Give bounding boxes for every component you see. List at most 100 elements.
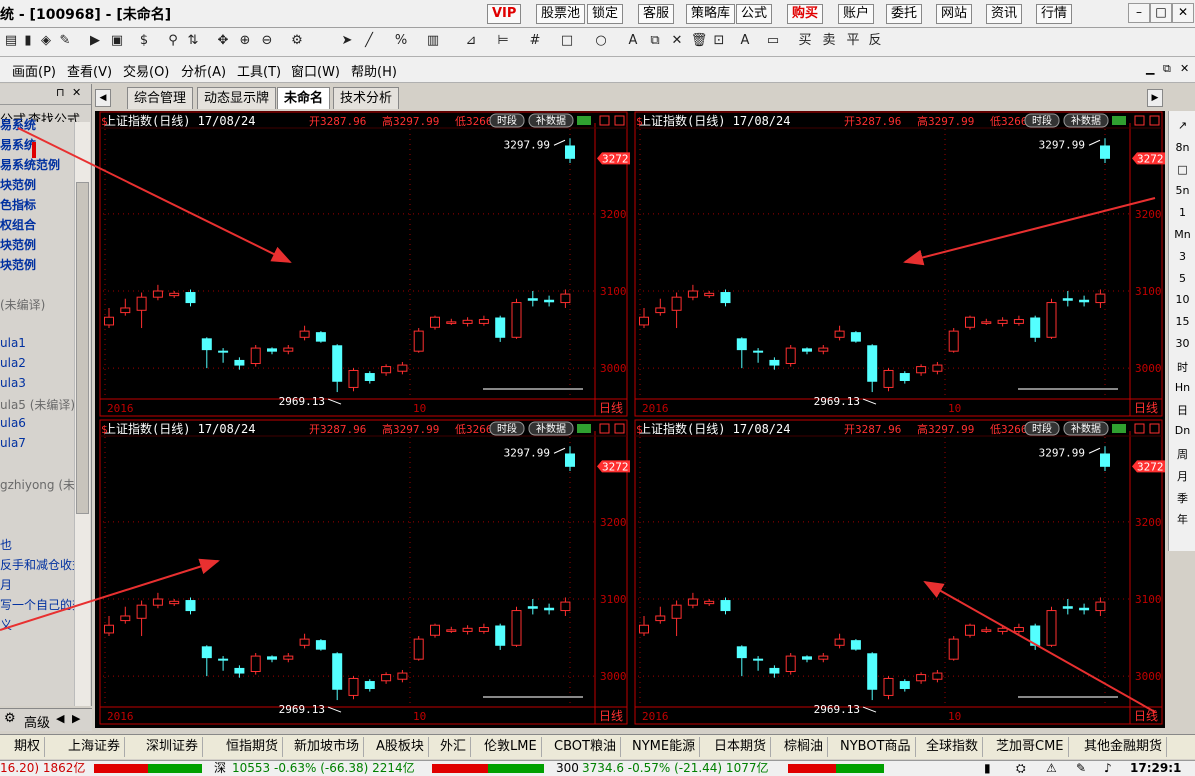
grid-icon[interactable]: ▤ (2, 32, 20, 50)
formula-item[interactable]: 色指标 (0, 196, 36, 213)
menu-trade[interactable]: 交易(O) (123, 61, 169, 80)
tab-scroll-right-icon[interactable]: ▶ (1147, 89, 1163, 107)
text-icon[interactable]: A (624, 32, 642, 50)
hash-icon[interactable]: # (526, 32, 544, 50)
period-day[interactable]: 日 (1169, 402, 1195, 418)
formula-scrollbar[interactable] (74, 122, 90, 706)
ruler-icon[interactable]: ▥ (424, 32, 442, 50)
circle-icon[interactable]: ○ (592, 32, 610, 50)
minimize-button[interactable]: – (1128, 3, 1150, 23)
sell-icon[interactable]: 卖 (820, 32, 838, 50)
mdi-restore-icon[interactable]: ⧉ (1163, 62, 1171, 76)
network-icon[interactable]: ⛭ (1016, 761, 1026, 776)
sound-icon[interactable]: ♪ (1104, 761, 1112, 776)
zoom-in-icon[interactable]: ⊕ (236, 32, 254, 50)
formula-item[interactable]: 也 (0, 536, 12, 553)
period-hour[interactable]: 时 (1169, 359, 1195, 375)
advanced-icon[interactable]: ⚙ (4, 711, 16, 726)
top-button-4[interactable]: 策略库 (686, 4, 736, 24)
top-button-0[interactable]: VIP (487, 4, 522, 24)
formula-item[interactable]: 易系统 (0, 136, 36, 153)
market-tab[interactable]: 深圳证券 (142, 737, 204, 757)
scroll-left-icon[interactable]: ◀ (56, 712, 64, 725)
period-1[interactable]: 1 (1169, 206, 1195, 219)
market-tab[interactable]: CBOT粮油 (550, 737, 621, 757)
delete-icon[interactable]: ✕ (668, 32, 686, 50)
tab-technical-analysis[interactable]: 技术分析 (333, 87, 400, 109)
menu-analysis[interactable]: 分析(A) (181, 61, 226, 80)
formula-item[interactable]: 块范例 (0, 236, 36, 253)
tab-unnamed[interactable]: 未命名 (277, 87, 331, 109)
cursor-icon[interactable]: ➤ (338, 32, 356, 50)
top-button-8[interactable]: 委托 (886, 4, 923, 24)
square-icon[interactable]: □ (1169, 163, 1195, 176)
top-button-7[interactable]: 账户 (838, 4, 875, 24)
market-tab[interactable]: 伦敦LME (480, 737, 542, 757)
pin-icon[interactable]: ⊓ (56, 86, 65, 99)
period-mn[interactable]: Mn (1169, 228, 1195, 241)
period-10[interactable]: 10 (1169, 293, 1195, 306)
draw-icon[interactable]: ⊿ (462, 32, 480, 50)
formula-item[interactable]: 写一个自己的交 (0, 596, 84, 613)
formula-item[interactable]: ula7 (0, 436, 26, 450)
tab-overview[interactable]: 综合管理 (127, 87, 194, 109)
period-15[interactable]: 15 (1169, 315, 1195, 328)
top-button-11[interactable]: 行情 (1036, 4, 1073, 24)
period-30[interactable]: 30 (1169, 337, 1195, 350)
market-tab[interactable]: NYME能源 (628, 737, 701, 757)
menu-window[interactable]: 窗口(W) (291, 61, 340, 80)
rect-icon[interactable]: □ (558, 32, 576, 50)
formula-item[interactable]: ula1 (0, 336, 26, 350)
line-icon[interactable]: ╱ (360, 32, 378, 50)
formula-item[interactable]: ula2 (0, 356, 26, 370)
trend-icon[interactable]: ↗ (1169, 119, 1195, 132)
alert-icon[interactable]: ⚠ (1046, 761, 1057, 776)
market-tab[interactable]: A股板块 (372, 737, 429, 757)
bracket-icon[interactable]: ⊨ (494, 32, 512, 50)
maximize-button[interactable]: □ (1150, 3, 1172, 23)
menu-view[interactable]: 查看(V) (67, 61, 112, 80)
document-icon[interactable]: ▣ (108, 32, 126, 50)
formula-item[interactable]: 月 (0, 576, 12, 593)
market-tab[interactable]: 期权 (10, 737, 46, 757)
chart-pane-3[interactable]: 上证指数(日线) 17/08/24 $ 开3287.96 高3297.99 低3266.… (95, 419, 630, 726)
market-tab[interactable]: 新加坡市场 (290, 737, 365, 757)
period-quarter[interactable]: 季 (1169, 490, 1195, 506)
period-8n[interactable]: 8n (1169, 141, 1195, 154)
market-tab[interactable]: 其他金融期货 (1080, 737, 1168, 757)
reverse-icon[interactable]: 反 (866, 32, 884, 50)
buy-icon[interactable]: 买 (796, 32, 814, 50)
top-button-6[interactable]: 购买 (787, 4, 824, 24)
market-tab[interactable]: NYBOT商品 (836, 737, 916, 757)
chart-pane-2[interactable]: 上证指数(日线) 17/08/24 $ 开3287.96 高3297.99 低3266.… (630, 111, 1165, 418)
mdi-close-icon[interactable]: ✕ (1180, 62, 1189, 75)
settings-icon[interactable]: ⚙ (288, 32, 306, 50)
formula-item[interactable]: 易系统 (0, 116, 36, 133)
top-button-9[interactable]: 网站 (936, 4, 973, 24)
market-tab[interactable]: 日本期货 (710, 737, 772, 757)
rebuild-icon[interactable]: ⇅ (184, 32, 202, 50)
lock-icon[interactable]: ⊡ (710, 32, 728, 50)
edit-icon[interactable]: ✎ (56, 32, 74, 50)
bar-chart-icon[interactable]: ▮ (19, 32, 37, 50)
chart-pane-4[interactable]: 上证指数(日线) 17/08/24 $ 开3287.96 高3297.99 低3266.… (630, 419, 1165, 726)
font-color-icon[interactable]: A (736, 32, 754, 50)
market-tab[interactable]: 上海证券 (64, 737, 126, 757)
formula-item[interactable]: 义 (0, 616, 12, 633)
top-button-1[interactable]: 股票池 (536, 4, 586, 24)
percent-icon[interactable]: % (392, 32, 410, 50)
mdi-minimize-icon[interactable]: ▁ (1146, 62, 1154, 75)
advanced-label[interactable]: 高级 (24, 712, 50, 731)
tab-dynamic-board[interactable]: 动态显示牌 (197, 87, 277, 109)
zoom-out-icon[interactable]: ⊖ (258, 32, 276, 50)
formula-item[interactable]: ula5 (未编译) (0, 396, 75, 413)
formula-item[interactable]: gzhiyong (未 (0, 476, 75, 493)
copy-icon[interactable]: ⧉ (646, 32, 664, 50)
play-icon[interactable]: ▶ (86, 32, 104, 50)
formula-item[interactable]: 权组合 (0, 216, 36, 233)
formula-item[interactable]: 反手和减仓收益 (0, 556, 84, 573)
period-5n[interactable]: 5n (1169, 184, 1195, 197)
panel-close-icon[interactable]: ✕ (72, 86, 81, 99)
top-button-10[interactable]: 资讯 (986, 4, 1023, 24)
chart-pane-1[interactable]: 上证指数(日线) 17/08/24 $ 开3287.96 高3297.99 低3266.… (95, 111, 630, 418)
